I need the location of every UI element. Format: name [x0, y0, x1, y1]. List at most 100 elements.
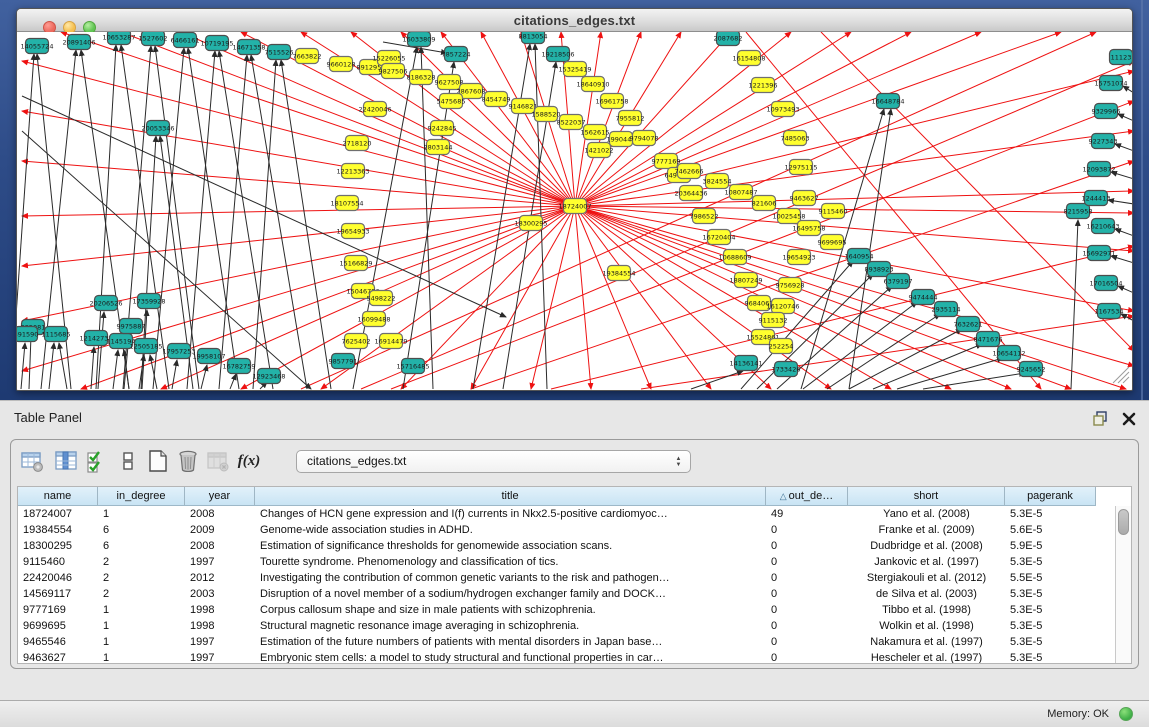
- table-row[interactable]: 2242004622012Investigating the contribut…: [18, 570, 1115, 586]
- table-row[interactable]: 969969511998Structural magnetic resonanc…: [18, 618, 1115, 634]
- graph-node[interactable]: 12505185: [129, 339, 162, 354]
- graph-node[interactable]: 1244413: [1082, 191, 1111, 206]
- graph-node[interactable]: 8471676: [974, 332, 1003, 347]
- graph-node[interactable]: 15692971: [1082, 246, 1115, 261]
- graph-node[interactable]: 19384554: [602, 266, 635, 281]
- graph-node[interactable]: 7485063: [781, 131, 810, 146]
- graph-node[interactable]: 22420046: [358, 102, 391, 117]
- graph-node[interactable]: 20053346: [141, 121, 174, 136]
- graph-node[interactable]: 18107554: [330, 196, 363, 211]
- graph-node[interactable]: 12923468: [252, 369, 285, 384]
- graph-node[interactable]: 10654112: [992, 346, 1025, 361]
- graph-node[interactable]: 16210643: [1086, 219, 1119, 234]
- graph-node[interactable]: 9329966: [1092, 104, 1121, 119]
- graph-node[interactable]: 1221396: [749, 78, 778, 93]
- table-row[interactable]: 977716911998Corpus callosum shape and si…: [18, 602, 1115, 618]
- graph-node[interactable]: 3824554: [703, 174, 732, 189]
- graph-node[interactable]: 1421022: [585, 143, 614, 158]
- table-row[interactable]: 1456911722003Disruption of a novel membe…: [18, 586, 1115, 602]
- scrollbar-thumb[interactable]: [1118, 509, 1129, 535]
- graph-node[interactable]: 20364436: [674, 186, 707, 201]
- graph-node[interactable]: 15716485: [396, 359, 429, 374]
- graph-node[interactable]: 18807249: [729, 273, 762, 288]
- graph-node[interactable]: 9756928: [776, 278, 805, 293]
- table-row[interactable]: 946554611997Estimation of the future num…: [18, 634, 1115, 650]
- graph-node[interactable]: 11123: [1110, 50, 1133, 65]
- column-header-name[interactable]: name: [18, 487, 98, 505]
- graph-node[interactable]: 5498222: [367, 291, 396, 306]
- graph-node[interactable]: 12975115: [784, 160, 817, 175]
- graph-node[interactable]: 10973493: [766, 102, 799, 117]
- column-header-out_de[interactable]: △out_de…: [766, 487, 848, 505]
- function-builder-icon[interactable]: f(x): [236, 448, 262, 474]
- rows-icon[interactable]: [115, 448, 141, 474]
- graph-node[interactable]: 7462666: [675, 164, 704, 179]
- graph-node[interactable]: 1640954: [845, 249, 874, 264]
- table-row[interactable]: 946362711997Embryonic stem cells: a mode…: [18, 650, 1115, 663]
- graph-node[interactable]: 821606: [752, 196, 777, 211]
- graph-node[interactable]: 9115460: [819, 204, 848, 219]
- graph-node[interactable]: 1527602: [139, 32, 168, 46]
- graph-node[interactable]: 2718120: [343, 136, 372, 151]
- graph-node[interactable]: 9227343: [1089, 134, 1118, 149]
- graph-node[interactable]: 16120746: [766, 299, 799, 314]
- float-panel-icon[interactable]: [1091, 409, 1109, 427]
- graph-node[interactable]: 12213363: [336, 164, 369, 179]
- graph-node[interactable]: 9242845: [428, 121, 457, 136]
- graph-node[interactable]: 10719195: [200, 36, 233, 51]
- graph-node[interactable]: 20206526: [89, 296, 122, 311]
- table-row[interactable]: 911546021997Tourette syndrome. Phenomeno…: [18, 554, 1115, 570]
- graph-node[interactable]: 15166829: [339, 256, 372, 271]
- column-header-in_degree[interactable]: in_degree: [98, 487, 185, 505]
- graph-node[interactable]: 9857791: [329, 354, 358, 369]
- graph-node[interactable]: 16033809: [402, 32, 435, 47]
- graph-node[interactable]: 10688609: [718, 250, 751, 265]
- graph-node[interactable]: 16495758: [792, 221, 825, 236]
- graph-node[interactable]: 16782759: [222, 359, 255, 374]
- new-document-icon[interactable]: [145, 448, 171, 474]
- graph-node[interactable]: 17359928: [132, 294, 165, 309]
- graph-node[interactable]: 2803144: [424, 140, 453, 155]
- trash-icon[interactable]: [175, 448, 201, 474]
- table-selector-combobox[interactable]: citations_edges.txt ▲▼: [296, 450, 691, 473]
- table-vertical-scrollbar[interactable]: [1115, 506, 1131, 663]
- graph-node[interactable]: 12093872: [1082, 162, 1115, 177]
- table-row[interactable]: 1872400712008Changes of HCN gene express…: [18, 506, 1115, 522]
- graph-node[interactable]: 7857224: [442, 47, 471, 62]
- graph-node[interactable]: 2087682: [714, 32, 743, 46]
- table-row[interactable]: 1830029562008Estimation of significance …: [18, 538, 1115, 554]
- graph-node[interactable]: 9115132: [759, 313, 788, 328]
- window-titlebar[interactable]: citations_edges.txt: [17, 9, 1132, 32]
- graph-node[interactable]: 1733426: [772, 362, 801, 377]
- graph-node[interactable]: 14055724: [20, 39, 53, 54]
- graph-node[interactable]: 5475685: [437, 94, 466, 109]
- graph-node[interactable]: 16648784: [871, 94, 904, 109]
- graph-node[interactable]: 16914479: [374, 334, 407, 349]
- table-settings-icon[interactable]: [19, 448, 45, 474]
- graph-node[interactable]: 9660128: [327, 57, 356, 72]
- graph-node[interactable]: 15325419: [558, 62, 591, 77]
- graph-node[interactable]: 8186328: [407, 70, 436, 85]
- graph-node[interactable]: 9245652: [1017, 362, 1046, 377]
- select-checkboxes-icon[interactable]: [84, 448, 110, 474]
- graph-node[interactable]: 8813054: [519, 32, 548, 44]
- graph-node[interactable]: 9794078: [630, 131, 659, 146]
- graph-node[interactable]: 1115685: [42, 327, 71, 342]
- graph-node[interactable]: 18300295: [514, 216, 547, 231]
- graph-node[interactable]: 9777169: [652, 154, 681, 169]
- graph-node[interactable]: 15751074: [1094, 76, 1127, 91]
- graph-node[interactable]: 9463627: [790, 191, 819, 206]
- graph-node[interactable]: 7955812: [616, 111, 645, 126]
- graph-node[interactable]: 19218506: [541, 47, 574, 62]
- graph-node[interactable]: 7625402: [342, 334, 371, 349]
- graph-node[interactable]: 252254: [769, 339, 794, 354]
- graph-node[interactable]: 14136141: [729, 356, 762, 371]
- graph-node[interactable]: 20891406: [62, 35, 95, 50]
- column-header-title[interactable]: title: [255, 487, 766, 505]
- graph-node[interactable]: 8522037: [557, 115, 586, 130]
- graph-node[interactable]: 7515526: [265, 45, 294, 60]
- graph-node[interactable]: 19654933: [336, 224, 369, 239]
- graph-node[interactable]: 19654923: [782, 250, 815, 265]
- graph-node[interactable]: 17957253: [162, 344, 195, 359]
- graph-node[interactable]: 10653287: [102, 32, 135, 45]
